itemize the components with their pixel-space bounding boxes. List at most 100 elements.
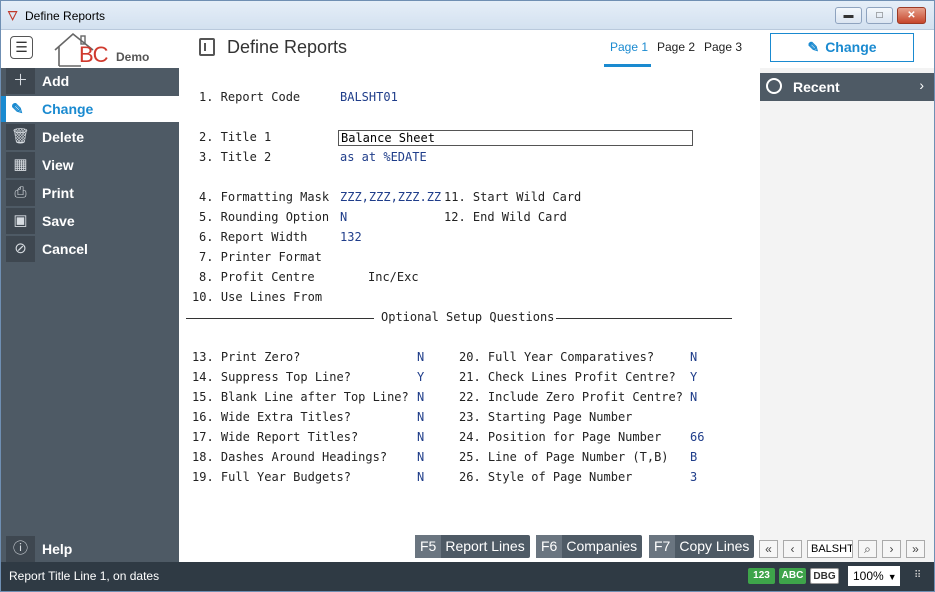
sidebar-item-label: Save (42, 213, 75, 229)
question-answer[interactable]: N (417, 450, 424, 464)
question-answer[interactable]: N (690, 390, 697, 404)
question-answer[interactable]: Y (417, 370, 424, 384)
field-label-report-code: 1. Report Code (199, 90, 301, 104)
trash-icon: 🗑 (6, 124, 35, 150)
sidebar-item-print[interactable]: ⎙ Print (1, 180, 179, 206)
logo-bc-text: BC (79, 42, 109, 67)
tab-page-3[interactable]: Page 3 (704, 40, 742, 54)
question-label: 18. Dashes Around Headings? (192, 450, 388, 464)
capslock-badge: ABC (779, 568, 806, 584)
question-answer[interactable]: B (690, 450, 697, 464)
tab-page-2[interactable]: Page 2 (657, 40, 695, 54)
recent-button[interactable]: Recent › (760, 73, 934, 101)
numlock-badge: 123 (748, 568, 775, 584)
question-label: 25. Line of Page Number (T,B) (459, 450, 669, 464)
f5-report-lines-button[interactable]: F5 Report Lines (415, 535, 530, 558)
question-label: 21. Check Lines Profit Centre? (459, 370, 676, 384)
plus-icon: ＋ (6, 68, 35, 94)
first-record-button[interactable]: « (759, 540, 778, 558)
question-answer[interactable]: N (417, 350, 424, 364)
form-area: 1. Report Code BALSHT01 2. Title 1 Balan… (179, 68, 760, 562)
rounding-option-value[interactable]: N (340, 210, 347, 224)
zoom-value: 100% (853, 569, 884, 583)
field-label-rounding-option: 5. Rounding Option (199, 210, 330, 224)
fkey-text: Companies (566, 538, 638, 554)
tab-page-1[interactable]: Page 1 (610, 40, 648, 54)
question-answer[interactable]: Y (690, 370, 697, 384)
app-header: ☰ BC Demo Define Reports Page 1 Page 2 P… (1, 30, 934, 68)
sidebar-item-help[interactable]: ⓘ Help (1, 536, 179, 562)
question-answer[interactable]: N (690, 350, 697, 364)
field-label-end-wild-card: 12. End Wild Card (444, 210, 567, 224)
question-label: 26. Style of Page Number (459, 470, 633, 484)
field-label-start-wild-card: 11. Start Wild Card (444, 190, 582, 204)
sidebar-item-label: Delete (42, 129, 85, 145)
sidebar-item-delete[interactable]: 🗑 Delete (1, 124, 179, 150)
question-answer[interactable]: 3 (690, 470, 697, 484)
logo: BC Demo (51, 30, 171, 68)
sidebar-item-label: Print (42, 185, 74, 201)
report-code-value[interactable]: BALSHT01 (340, 90, 398, 104)
sidebar-item-change[interactable]: ✎ Change (1, 96, 179, 122)
zoom-select[interactable]: 100% ▼ (848, 566, 900, 586)
sidebar-item-cancel[interactable]: ⊘ Cancel (1, 236, 179, 262)
page-title: Define Reports (227, 37, 348, 57)
previous-record-button[interactable]: ‹ (783, 540, 802, 558)
close-button[interactable]: ✕ (897, 7, 926, 24)
question-answer[interactable]: N (417, 390, 424, 404)
resize-grip-icon[interactable]: ⠿ (914, 570, 921, 581)
last-record-button[interactable]: » (906, 540, 925, 558)
title-1-input[interactable]: Balance Sheet (338, 130, 693, 146)
report-width-value[interactable]: 132 (340, 230, 362, 244)
optional-setup-heading: Optional Setup Questions (381, 310, 555, 324)
sidebar-item-label: Help (42, 541, 73, 557)
fkey-text: Report Lines (445, 538, 525, 554)
field-label-profit-centre: 8. Profit Centre (199, 270, 315, 284)
change-button[interactable]: ✎ Change (770, 33, 914, 62)
chevron-down-icon: ▼ (887, 572, 897, 582)
question-answer[interactable]: 66 (690, 430, 704, 444)
question-label: 16. Wide Extra Titles? (192, 410, 351, 424)
question-answer[interactable]: N (417, 410, 424, 424)
sidebar-item-label: Change (42, 101, 94, 117)
field-label-report-width: 6. Report Width (199, 230, 308, 244)
fkey-label: F7 (649, 535, 676, 558)
cancel-icon: ⊘ (6, 236, 35, 262)
app-window: ▽ Define Reports ▬ □ ✕ ☰ BC Demo Define … (0, 0, 935, 592)
debug-badge[interactable]: DBG (810, 568, 839, 584)
clock-icon (766, 78, 782, 94)
question-label: 22. Include Zero Profit Centre? (459, 390, 683, 404)
next-record-button[interactable]: › (882, 540, 901, 558)
title-2-value[interactable]: as at %EDATE (340, 150, 427, 164)
sidebar: ＋ Add ✎ Change 🗑 Delete ▦ View ⎙ Print ▣… (1, 68, 179, 562)
search-icon[interactable]: ⌕ (858, 540, 877, 558)
field-label-title-2: 3. Title 2 (199, 150, 272, 164)
recent-label: Recent (793, 79, 840, 95)
record-code-field[interactable]: BALSHT01 (807, 540, 853, 558)
field-label-formatting-mask: 4. Formatting Mask (199, 190, 330, 204)
minimize-button[interactable]: ▬ (835, 7, 862, 24)
sidebar-item-save[interactable]: ▣ Save (1, 208, 179, 234)
f6-companies-button[interactable]: F6 Companies (536, 535, 643, 558)
status-bar: Report Title Line 1, on dates 123 ABC DB… (1, 562, 934, 591)
table-icon: ▦ (6, 152, 35, 178)
field-label-printer-format: 7. Printer Format (199, 250, 322, 264)
question-label: 17. Wide Report Titles? (192, 430, 359, 444)
question-answer[interactable]: N (417, 430, 424, 444)
sidebar-item-view[interactable]: ▦ View (1, 152, 179, 178)
f7-copy-lines-button[interactable]: F7 Copy Lines (649, 535, 755, 558)
fkey-label: F6 (536, 535, 563, 558)
separator-left (186, 318, 374, 319)
save-icon: ▣ (6, 208, 35, 234)
sidebar-item-add[interactable]: ＋ Add (1, 68, 179, 94)
question-label: 19. Full Year Budgets? (192, 470, 351, 484)
window-title: Define Reports (25, 9, 106, 23)
profit-centre-value[interactable]: Inc/Exc (368, 270, 419, 284)
sidebar-item-label: Cancel (42, 241, 88, 257)
formatting-mask-value[interactable]: ZZZ,ZZZ,ZZZ.ZZ (340, 190, 441, 204)
question-label: 13. Print Zero? (192, 350, 301, 364)
maximize-button[interactable]: □ (866, 7, 893, 24)
title-bar: ▽ Define Reports ▬ □ ✕ (1, 1, 934, 30)
question-answer[interactable]: N (417, 470, 424, 484)
hamburger-menu-icon[interactable]: ☰ (10, 36, 33, 59)
